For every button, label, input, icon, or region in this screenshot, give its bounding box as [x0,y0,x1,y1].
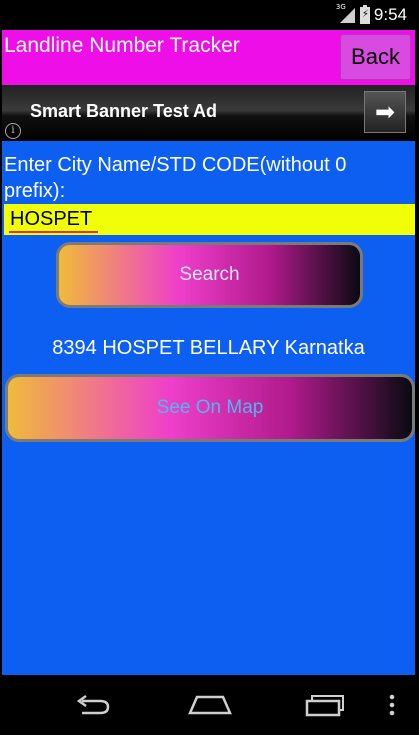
navigation-bar [0,675,419,735]
signal-icon: 3G [336,3,356,24]
home-icon[interactable] [186,689,234,721]
clock: 9:54 [373,5,407,24]
back-button[interactable]: Back [340,34,411,80]
city-prompt-label: Enter City Name/STD CODE(without 0 prefi… [4,154,347,202]
overflow-menu-icon[interactable] [384,689,400,721]
status-icons: 3G ⚡ 9:54 [336,3,407,26]
battery-icon: ⚡ [359,4,370,24]
result-text: 8394 HOSPET BELLARY Karnatka [52,337,365,359]
title-bar: Landline Number Tracker Back [2,30,415,85]
device-frame: 3G ⚡ 9:54 Landline Number Tracker Back S… [0,0,419,735]
search-button[interactable]: Search [56,242,363,308]
ad-banner[interactable]: Smart Banner Test Ad i ➡ [2,85,415,141]
info-icon[interactable]: i [5,123,21,139]
status-bar: 3G ⚡ 9:54 [2,0,415,30]
back-icon[interactable] [72,689,116,721]
ad-text: Smart Banner Test Ad [30,101,218,121]
see-on-map-button[interactable]: See On Map [5,374,415,442]
recents-icon[interactable] [300,689,348,721]
arrow-right-icon[interactable]: ➡ [364,91,406,133]
app-screen: 3G ⚡ 9:54 Landline Number Tracker Back S… [2,0,415,735]
spellcheck-underline [9,231,98,233]
app-title: Landline Number Tracker [4,34,240,57]
